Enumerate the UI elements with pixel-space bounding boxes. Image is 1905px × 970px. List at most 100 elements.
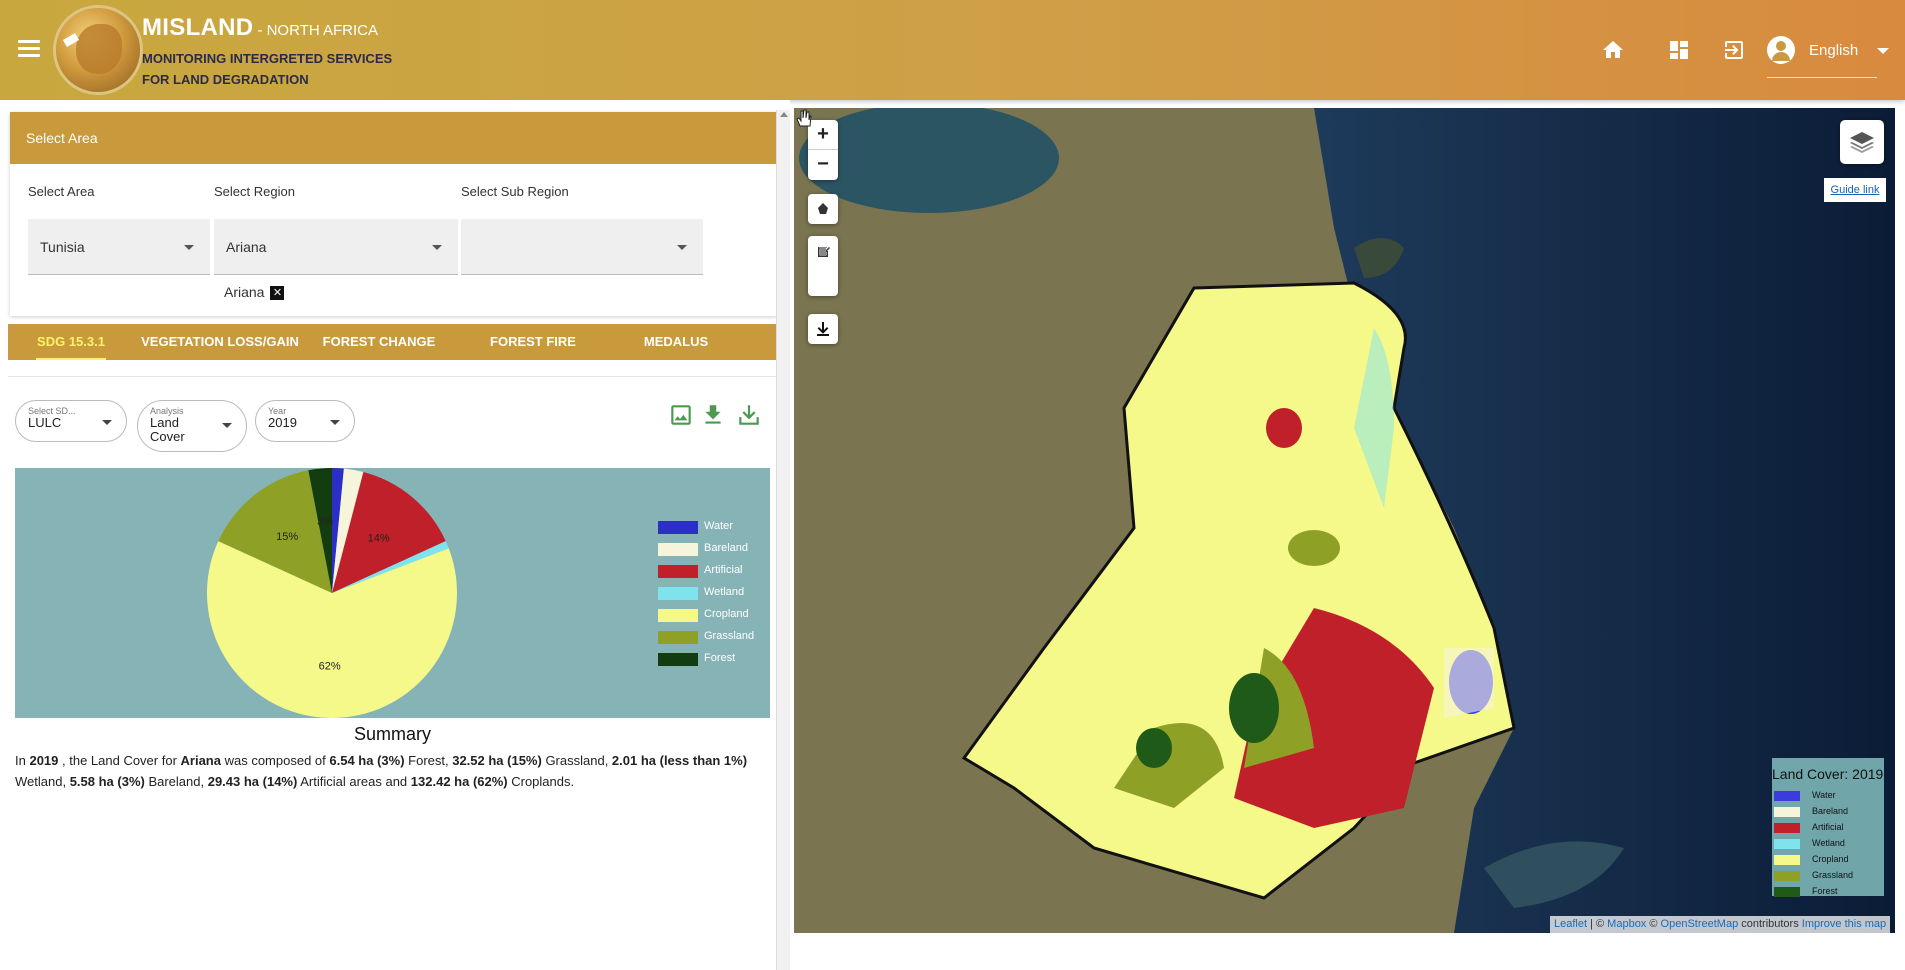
summary-part: Forest, <box>404 753 453 768</box>
legend-swatch <box>1774 791 1800 801</box>
select-subregion-label: Select Sub Region <box>461 184 569 199</box>
chevron-down-icon <box>330 420 340 425</box>
map-view[interactable]: + − Guide link Land Cover: 2019 Water Bar… <box>794 108 1895 933</box>
app-tagline: MONITORING INTERGRETED SERVICES FOR LAND… <box>142 48 392 90</box>
close-icon[interactable]: ✕ <box>270 286 285 301</box>
chip-label: Ariana <box>224 284 265 300</box>
year-select[interactable]: Year 2019 <box>255 400 355 442</box>
pie-chart-svg: 14% 62% 15% 3% <box>207 468 457 718</box>
legend-swatch <box>658 521 698 534</box>
summary-bareland: 5.58 ha (3%) <box>69 774 145 789</box>
menu-icon[interactable] <box>18 40 40 58</box>
layers-icon <box>1850 132 1874 153</box>
zoom-control: + − <box>808 120 838 180</box>
mapbox-link[interactable]: Mapbox <box>1607 918 1646 930</box>
summary-part: Bareland, <box>144 774 208 789</box>
legend-label: Forest <box>704 652 736 664</box>
app-title: MISLAND <box>142 14 254 41</box>
legend-label: Grassland <box>1812 870 1854 880</box>
divider <box>8 376 777 377</box>
legend-swatch <box>1774 887 1800 897</box>
map-download-button[interactable] <box>808 314 838 344</box>
tab-sdg-15-3-1[interactable]: SDG 15.3.1 <box>8 324 134 360</box>
layers-button[interactable] <box>1840 120 1884 164</box>
selected-region-chip: Ariana ✕ <box>224 284 285 301</box>
summary-forest: 6.54 ha (3%) <box>329 753 405 768</box>
zoom-out-button[interactable]: − <box>808 150 838 180</box>
tab-forest-change[interactable]: FOREST CHANGE <box>306 324 452 360</box>
legend-label: Water <box>1812 790 1836 800</box>
language-selector[interactable]: English <box>1767 30 1889 78</box>
zoom-in-button[interactable]: + <box>808 120 838 150</box>
download-icon[interactable] <box>700 402 726 428</box>
scroll-up-icon[interactable] <box>780 112 788 117</box>
region-select-value: Ariana <box>226 239 267 255</box>
legend-label: Wetland <box>1812 838 1845 848</box>
tab-medalus[interactable]: MEDALUS <box>614 324 738 360</box>
attr-sep: © <box>1646 918 1661 930</box>
summary-part: was composed of <box>220 753 330 768</box>
dashboard-icon[interactable] <box>1666 38 1692 62</box>
land-cover-pie-chart: 14% 62% 15% 3% Water Bareland Artificial Wetla… <box>15 468 770 718</box>
osm-link[interactable]: OpenStreetMap <box>1661 918 1739 930</box>
legend-swatch <box>658 653 698 666</box>
summary-part: In <box>15 753 30 768</box>
map-attribution: Leaflet | © Mapbox © OpenStreetMap contr… <box>1550 916 1891 933</box>
legend-label: Artificial <box>1812 822 1844 832</box>
legend-label: Forest <box>1812 886 1838 896</box>
pie-label-artificial: 14% <box>368 532 390 544</box>
analysis-select[interactable]: Analysis Land Cover <box>137 400 247 452</box>
legend-swatch <box>658 543 698 556</box>
leaflet-link[interactable]: Leaflet <box>1554 918 1587 930</box>
attr-sep: | © <box>1587 918 1608 930</box>
year-select-value: 2019 <box>268 415 297 430</box>
legend-swatch <box>1774 855 1800 865</box>
summary-part: , the Land Cover for <box>58 753 181 768</box>
summary-region: Ariana <box>180 753 221 768</box>
analysis-select-value: Land Cover <box>150 415 185 444</box>
attr-contrib: contributors <box>1738 918 1802 930</box>
guide-link[interactable]: Guide link <box>1824 178 1886 202</box>
image-icon[interactable] <box>668 402 694 428</box>
pie-label-cropland: 62% <box>319 660 341 672</box>
analysis-tabs: SDG 15.3.1 VEGETATION LOSS/GAIN FOREST C… <box>8 324 777 360</box>
home-icon[interactable] <box>1600 38 1626 62</box>
chevron-down-icon <box>432 245 442 250</box>
tab-vegetation-loss-gain[interactable]: VEGETATION LOSS/GAIN <box>134 324 306 360</box>
select-region-label: Select Region <box>214 184 295 199</box>
chevron-down-icon <box>184 245 194 250</box>
legend-swatch <box>1774 823 1800 833</box>
subregion-select[interactable] <box>461 219 703 275</box>
tagline-line-2: FOR LAND DEGRADATION <box>142 72 309 87</box>
draw-polygon-button[interactable] <box>808 194 838 224</box>
sdg-select[interactable]: Select SD... LULC <box>15 400 127 442</box>
logout-icon[interactable] <box>1721 38 1747 62</box>
summary-grassland: 32.52 ha (15%) <box>452 753 542 768</box>
chevron-down-icon <box>102 420 112 425</box>
summary-cropland: 132.42 ha (62%) <box>410 774 508 789</box>
language-label: English <box>1809 42 1859 59</box>
misland-logo <box>56 8 140 92</box>
legend-label: Wetland <box>704 586 745 598</box>
panel-scrollbar[interactable] <box>776 110 790 970</box>
trash-icon[interactable] <box>808 236 838 266</box>
summary-wetland: 2.01 ha (less than 1%) <box>611 753 748 768</box>
legend-label: Cropland <box>704 608 749 620</box>
hand-cursor-icon <box>796 109 812 127</box>
download-alt-icon[interactable] <box>736 402 762 428</box>
tab-forest-fire[interactable]: FOREST FIRE <box>452 324 614 360</box>
legend-label: Artificial <box>704 564 743 576</box>
edit-tools <box>808 236 838 296</box>
account-icon[interactable] <box>1767 36 1795 64</box>
summary-part: Croplands. <box>507 774 575 789</box>
region-select[interactable]: Ariana <box>214 219 458 275</box>
improve-map-link[interactable]: Improve this map <box>1802 918 1886 930</box>
map-legend-title: Land Cover: 2019 <box>1772 766 1884 782</box>
area-select[interactable]: Tunisia <box>28 219 210 275</box>
summary-part: Grassland, <box>541 753 612 768</box>
legend-label: Cropland <box>1812 854 1849 864</box>
legend-label: Water <box>704 520 733 532</box>
download-icon <box>817 322 829 336</box>
summary-text: In 2019 , the Land Cover for Ariana was … <box>15 750 770 792</box>
app-header: MISLAND - NORTH AFRICA MONITORING INTERGR… <box>0 0 1905 100</box>
